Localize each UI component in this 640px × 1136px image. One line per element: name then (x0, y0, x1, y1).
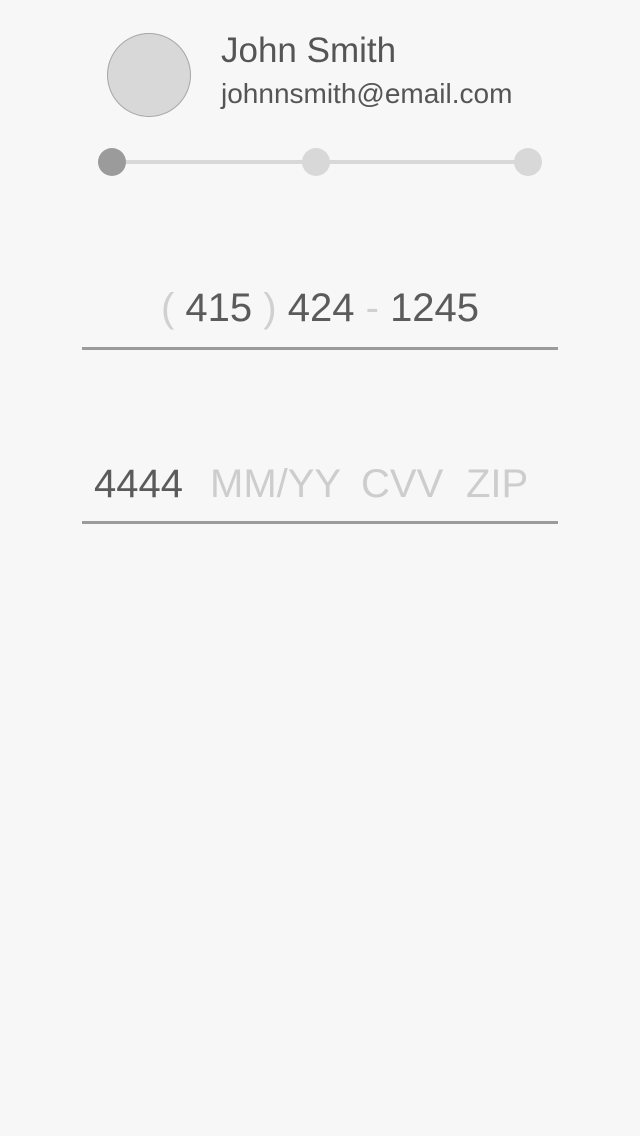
card-cvv-input[interactable]: CVV (361, 456, 443, 512)
phone-close-paren: ) (263, 286, 277, 330)
phone-open-paren: ( (160, 286, 175, 330)
step-3-indicator (514, 148, 542, 176)
card-number-input[interactable]: 4444 (94, 456, 183, 512)
phone-number-field[interactable]: ( 415 ) 424 - 1245 (82, 280, 558, 350)
phone-separator: - (365, 286, 379, 330)
card-zip-input[interactable]: ZIP (466, 456, 528, 512)
phone-area-code: 415 (185, 286, 253, 330)
step-1-indicator (98, 148, 126, 176)
card-field-underline (82, 521, 558, 524)
phone-line-number: 1245 (390, 286, 480, 330)
card-details-field[interactable]: 4444 MM/YY CVV ZIP (82, 456, 558, 516)
user-name: John Smith (221, 31, 397, 70)
card-expiry-input[interactable]: MM/YY (210, 456, 341, 512)
step-2-indicator (302, 148, 330, 176)
phone-field-underline (82, 347, 558, 350)
phone-prefix: 424 (287, 286, 355, 330)
user-email: johnnsmith@email.com (221, 78, 513, 109)
avatar (107, 33, 191, 117)
step-progress (98, 147, 543, 177)
